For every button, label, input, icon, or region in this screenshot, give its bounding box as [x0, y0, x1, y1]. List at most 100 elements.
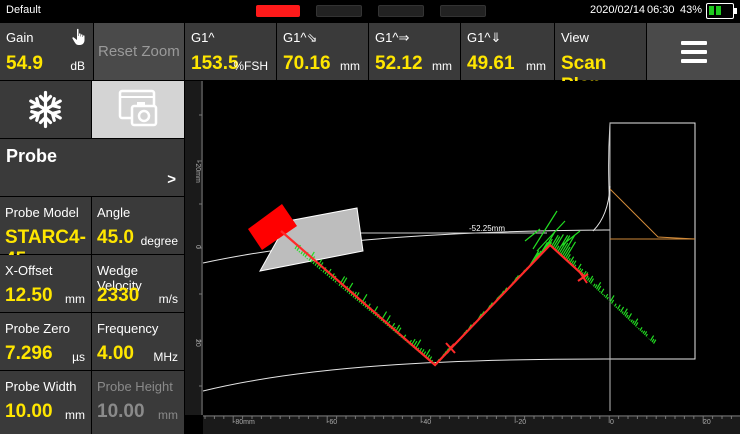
view-selector[interactable]: View Scan Plan	[555, 23, 646, 96]
echo-spike	[606, 296, 609, 300]
probe-title: Probe	[6, 146, 58, 166]
weld-cap-outline	[609, 188, 696, 240]
echo-spike	[604, 293, 609, 299]
x-offset-unit: mm	[65, 292, 85, 306]
menu-button[interactable]	[647, 23, 740, 80]
echo-spike	[639, 327, 643, 332]
g1-surface-distance-tile[interactable]: G1^⇒ 52.12 mm	[369, 23, 460, 80]
echo-spike	[616, 304, 621, 310]
dimension-label: -52.25mm	[469, 224, 505, 233]
echo-spike	[640, 330, 644, 333]
frequency-value: 4.00	[97, 343, 134, 364]
probe-menu-button[interactable]: Probe >	[0, 139, 184, 196]
g1-amplitude-unit: %FSH	[233, 59, 268, 73]
g1-soundpath-tile[interactable]: G1^⇘ 70.16 mm	[277, 23, 368, 80]
echo-spike	[324, 271, 327, 275]
angle-label: Angle	[97, 205, 131, 220]
g1-soundpath-label: G1^⇘	[283, 30, 318, 45]
echo-spike	[615, 306, 618, 309]
status-bar: Default 2020/02/14 06:30 43%	[0, 0, 740, 22]
h-tick-label-3: -40	[421, 419, 431, 426]
probe-zero-label: Probe Zero	[5, 321, 71, 336]
echo-spike	[601, 293, 604, 296]
echo-spike	[651, 338, 655, 343]
echo-spike	[342, 287, 345, 290]
g1-soundpath-value: 70.16	[283, 53, 331, 74]
h-tick-label-1: -80mm	[233, 419, 255, 426]
echo-spike	[328, 275, 331, 278]
g1-depth-tile[interactable]: G1^⇓ 49.61 mm	[461, 23, 554, 80]
frequency-unit: MHz	[153, 350, 178, 364]
echo-spike	[621, 311, 624, 314]
echo-spike	[600, 288, 605, 294]
echo-spike	[643, 331, 648, 336]
probe-height-value: 10.00	[97, 401, 145, 422]
flaw-detector-app: Default 2020/02/14 06:30 43% Gain 54.9 d…	[0, 0, 740, 434]
echo-spike	[613, 303, 617, 307]
g1-depth-value: 49.61	[467, 53, 515, 74]
echo-spike	[645, 333, 648, 337]
echo-spike	[631, 320, 635, 324]
profile-name: Default	[6, 4, 41, 16]
status-date: 2020/02/14	[590, 4, 646, 16]
h-tick-label-2: -60	[327, 419, 337, 426]
probe-zero-field[interactable]: Probe Zero 7.296 µs	[0, 313, 91, 370]
scan-plan-drawing: -52.25mm	[202, 122, 696, 411]
camera-screenshot-icon	[118, 89, 158, 127]
echo-spike	[642, 330, 646, 334]
frequency-field[interactable]: Frequency 4.00 MHz	[92, 313, 184, 370]
probe-width-unit: mm	[65, 408, 85, 422]
echo-spike	[618, 308, 621, 312]
reset-zoom-label: Reset Zoom	[98, 43, 180, 60]
h-tick-label-4: -20	[516, 419, 526, 426]
alarm-indicator-3	[378, 5, 424, 17]
hamburger-menu-icon	[681, 41, 707, 63]
wedge-velocity-field[interactable]: Wedge Velocity 2330 m/s	[92, 255, 184, 312]
probe-height-label: Probe Height	[97, 379, 173, 394]
g1-amplitude-tile[interactable]: G1^ 153.5 %FSH	[185, 23, 276, 80]
g1-surface-distance-label: G1^⇒	[375, 30, 410, 45]
h-tick-label-6: 20	[703, 419, 711, 426]
x-offset-field[interactable]: X-Offset 12.50 mm	[0, 255, 91, 312]
echo-spike	[603, 294, 606, 297]
alarm-indicator-4	[440, 5, 486, 17]
echo-spike	[630, 319, 633, 323]
probe-zero-unit: µs	[72, 350, 85, 364]
alarm-indicator-2	[316, 5, 362, 17]
echo-spike	[637, 327, 640, 330]
probe-model-field[interactable]: Probe Model STARC4-45	[0, 197, 91, 270]
echo-spike	[348, 291, 351, 295]
hand-pointer-icon	[72, 28, 85, 45]
probe-zero-value: 7.296	[5, 343, 53, 364]
chevron-right-icon: >	[167, 171, 176, 188]
probe-width-label: Probe Width	[5, 379, 77, 394]
echo-spike	[586, 277, 590, 282]
freeze-button[interactable]	[0, 81, 91, 138]
alarm-indicator-1	[256, 5, 300, 17]
probe-height-unit: mm	[158, 408, 178, 422]
x-offset-value: 12.50	[5, 285, 53, 306]
probe-width-field[interactable]: Probe Width 10.00 mm	[0, 371, 91, 434]
echo-spike	[334, 280, 337, 283]
horizontal-ruler: -80mm -60 -40 -20 0 20	[203, 415, 740, 434]
angle-field[interactable]: Angle 45.0 degree	[92, 197, 184, 254]
probe-height-field: Probe Height 10.00 mm	[92, 371, 184, 434]
echo-spike	[628, 319, 631, 322]
echo-spike	[598, 290, 601, 293]
status-time: 06:30	[647, 4, 675, 16]
reset-zoom-button[interactable]: Reset Zoom	[94, 23, 184, 80]
screenshot-button[interactable]	[92, 81, 184, 138]
angle-unit: degree	[140, 234, 178, 248]
weld-bevel-curve	[592, 185, 611, 232]
g1-surface-distance-unit: mm	[432, 59, 452, 73]
gain-value: 54.9	[6, 53, 43, 74]
gain-unit: dB	[70, 59, 85, 73]
gain-tile[interactable]: Gain 54.9 dB	[0, 23, 93, 80]
echo-spike	[610, 299, 615, 304]
x-offset-label: X-Offset	[5, 263, 53, 278]
echo-spike	[652, 339, 657, 344]
h-tick-label-5: 0	[610, 419, 614, 426]
view-label: View	[561, 30, 589, 45]
g1-depth-unit: mm	[526, 59, 546, 73]
wedge-velocity-unit: m/s	[158, 292, 178, 306]
